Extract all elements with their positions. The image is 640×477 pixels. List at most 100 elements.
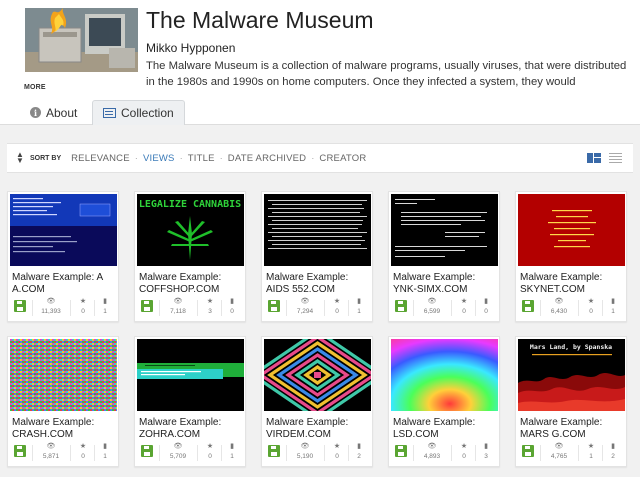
item-thumbnail[interactable]	[264, 339, 371, 411]
item-title[interactable]: Malware Example: A A.COM	[12, 272, 118, 296]
eye-icon: 👁	[46, 298, 56, 305]
item-thumbnail[interactable]	[264, 194, 371, 266]
reviews-stat: ▮ 3	[475, 442, 497, 461]
page-title: The Malware Museum	[146, 7, 374, 33]
tile-view-icon[interactable]	[587, 153, 601, 163]
item-tile[interactable]: Malware Example: YNK-SIMX.COM 👁 6,599 ★ 0 …	[388, 191, 500, 322]
comment-icon: ▮	[484, 298, 488, 305]
item-thumbnail[interactable]	[391, 194, 498, 266]
item-tile[interactable]: Malware Example: ZOHRA.COM 👁 5,709 ★ 0 ▮ 1	[134, 336, 246, 467]
floppy-disk-icon	[395, 445, 407, 457]
item-thumbnail[interactable]: LEGALIZE CANNABIS	[137, 194, 244, 266]
reviews-stat: ▮ 0	[475, 297, 497, 316]
views-stat: 👁 4,893	[416, 442, 448, 461]
divider	[324, 300, 325, 316]
favorites-stat: ★ 0	[72, 442, 94, 461]
collection-description: The Malware Museum is a collection of ma…	[146, 60, 627, 88]
favorites-stat: ★ 0	[580, 297, 602, 316]
collection-author[interactable]: Mikko Hypponen	[146, 41, 235, 55]
views-stat: 👁 5,709	[162, 442, 194, 461]
item-stats: 👁 7,118 ★ 3 ▮ 0	[135, 297, 245, 321]
list-icon	[103, 108, 116, 118]
divider	[159, 300, 160, 316]
floppy-disk-icon	[141, 300, 153, 312]
views-stat: 👁 4,765	[543, 442, 575, 461]
star-icon: ★	[460, 443, 468, 450]
favorites-stat: ★ 0	[326, 442, 348, 461]
sort-title[interactable]: TITLE	[188, 153, 215, 164]
divider	[70, 300, 71, 316]
floppy-disk-icon	[14, 445, 26, 457]
results-area: ▲ ▼ SORT BY RELEVANCE · VIEWS · TITLE · D…	[0, 125, 640, 477]
item-thumbnail[interactable]	[391, 339, 498, 411]
sort-bar: ▲ ▼ SORT BY RELEVANCE · VIEWS · TITLE · D…	[7, 143, 633, 173]
item-thumbnail[interactable]	[10, 339, 117, 411]
views-stat: 👁 5,190	[289, 442, 321, 461]
item-title[interactable]: Malware Example: ZOHRA.COM	[139, 417, 245, 441]
item-title[interactable]: Malware Example: CRASH.COM	[12, 417, 118, 441]
floppy-disk-icon	[14, 300, 26, 312]
favorites-stat: ★ 0	[199, 442, 221, 461]
item-stats: 👁 4,893 ★ 0 ▮ 3	[389, 442, 499, 466]
item-title[interactable]: Malware Example: COFFSHOP.COM	[139, 272, 245, 296]
divider	[413, 445, 414, 461]
divider	[578, 300, 579, 316]
item-stats: 👁 5,190 ★ 0 ▮ 2	[262, 442, 372, 466]
star-icon: ★	[333, 443, 341, 450]
divider	[32, 445, 33, 461]
reviews-stat: ▮ 1	[602, 297, 624, 316]
item-tile[interactable]: LEGALIZE CANNABIS Malware Example: COFFS…	[134, 191, 246, 322]
item-thumbnail[interactable]	[10, 194, 117, 266]
item-title[interactable]: Malware Example: AIDS 552.COM	[266, 272, 372, 296]
comment-icon: ▮	[357, 298, 361, 305]
divider	[451, 445, 452, 461]
eye-icon: 👁	[554, 298, 564, 305]
views-stat: 👁 5,871	[35, 442, 67, 461]
item-stats: 👁 5,709 ★ 0 ▮ 1	[135, 442, 245, 466]
views-stat: 👁 6,430	[543, 297, 575, 316]
tab-collection[interactable]: Collection	[92, 100, 185, 125]
item-title[interactable]: Malware Example: YNK-SIMX.COM	[393, 272, 499, 296]
item-tile[interactable]: Malware Example: CRASH.COM 👁 5,871 ★ 0 ▮ 1	[7, 336, 119, 467]
eye-icon: 👁	[554, 443, 564, 450]
eye-icon: 👁	[173, 443, 183, 450]
favorites-stat: ★ 0	[453, 442, 475, 461]
sort-date-archived[interactable]: DATE ARCHIVED	[228, 153, 306, 164]
item-thumbnail[interactable]: Mars Land, by Spanska	[518, 339, 625, 411]
item-title[interactable]: Malware Example: VIRDEM.COM	[266, 417, 372, 441]
eye-icon: 👁	[427, 298, 437, 305]
item-tile[interactable]: Mars Land, by Spanska Malware Example: M…	[515, 336, 627, 467]
item-tile[interactable]: Malware Example: AIDS 552.COM 👁 7,294 ★ 0 …	[261, 191, 373, 322]
divider	[578, 445, 579, 461]
item-tile[interactable]: Malware Example: SKYNET.COM 👁 6,430 ★ 0 ▮ 1	[515, 191, 627, 322]
item-stats: 👁 5,871 ★ 0 ▮ 1	[8, 442, 118, 466]
comment-icon: ▮	[611, 298, 615, 305]
list-view-icon[interactable]	[609, 153, 622, 163]
sort-relevance[interactable]: RELEVANCE	[71, 153, 130, 164]
tab-about[interactable]: i About	[30, 100, 77, 125]
item-thumbnail[interactable]	[518, 194, 625, 266]
collection-thumbnail[interactable]	[25, 8, 138, 72]
item-title[interactable]: Malware Example: LSD.COM	[393, 417, 499, 441]
item-tile[interactable]: Malware Example: A A.COM 👁 11,393 ★ 0 ▮ 1	[7, 191, 119, 322]
reviews-stat: ▮ 2	[602, 442, 624, 461]
item-title[interactable]: Malware Example: MARS G.COM	[520, 417, 626, 441]
favorites-stat: ★ 0	[326, 297, 348, 316]
item-tile[interactable]: Malware Example: LSD.COM 👁 4,893 ★ 0 ▮ 3	[388, 336, 500, 467]
divider	[159, 445, 160, 461]
comment-icon: ▮	[230, 443, 234, 450]
item-tile[interactable]: Malware Example: VIRDEM.COM 👁 5,190 ★ 0 ▮ 2	[261, 336, 373, 467]
favorites-stat: ★ 0	[453, 297, 475, 316]
thumbnail-text: Mars Land, by Spanska	[530, 343, 612, 351]
sort-creator[interactable]: CREATOR	[319, 153, 366, 164]
star-icon: ★	[206, 298, 214, 305]
floppy-disk-icon	[522, 445, 534, 457]
more-link[interactable]: MORE	[24, 84, 46, 91]
sort-views[interactable]: VIEWS	[143, 153, 175, 164]
comment-icon: ▮	[357, 443, 361, 450]
item-thumbnail[interactable]	[137, 339, 244, 411]
item-title[interactable]: Malware Example: SKYNET.COM	[520, 272, 626, 296]
item-stats: 👁 4,765 ★ 1 ▮ 2	[516, 442, 626, 466]
divider	[540, 300, 541, 316]
reviews-stat: ▮ 1	[94, 442, 116, 461]
